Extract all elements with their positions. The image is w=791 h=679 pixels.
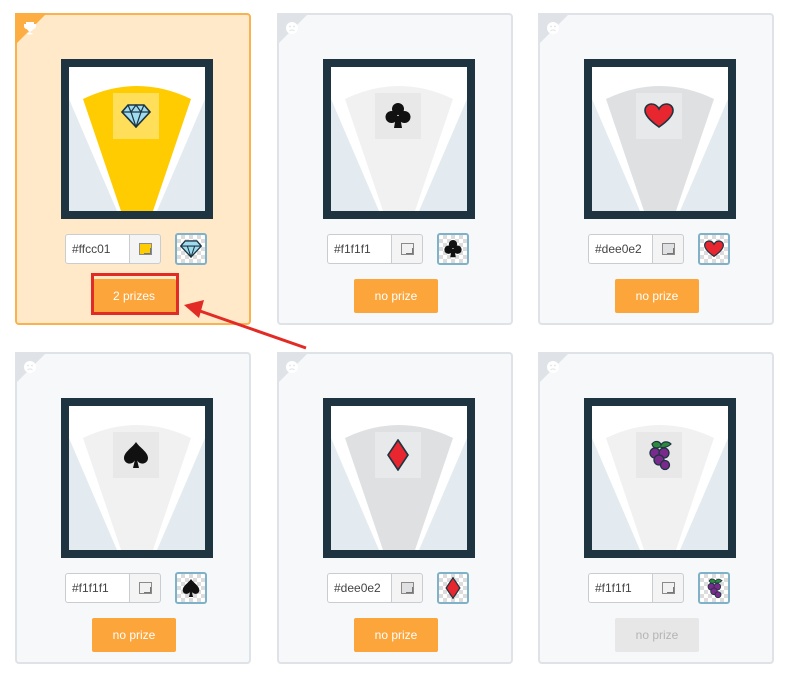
prize-button: no prize bbox=[615, 618, 699, 652]
club-icon bbox=[385, 103, 411, 128]
color-input[interactable] bbox=[65, 573, 129, 603]
color-swatch-icon bbox=[661, 243, 675, 255]
diamond-suit-icon bbox=[445, 577, 461, 599]
heart-icon bbox=[644, 103, 674, 128]
prize-card-spade: no prize bbox=[15, 352, 251, 664]
sad-face-icon bbox=[286, 361, 298, 373]
trophy-icon bbox=[24, 22, 36, 35]
symbol-picker-button[interactable] bbox=[698, 572, 730, 604]
slot-preview bbox=[584, 398, 736, 558]
sad-face-icon bbox=[547, 361, 559, 373]
prize-button[interactable]: no prize bbox=[92, 618, 176, 652]
sad-face-icon bbox=[286, 22, 298, 34]
color-swatch-icon bbox=[400, 243, 414, 255]
symbol-picker-button[interactable] bbox=[437, 572, 469, 604]
club-icon bbox=[444, 240, 462, 258]
color-controls bbox=[588, 572, 730, 604]
symbol-picker-button[interactable] bbox=[175, 233, 207, 265]
symbol-picker-button[interactable] bbox=[437, 233, 469, 265]
color-picker-button[interactable] bbox=[129, 573, 161, 603]
slot-preview bbox=[61, 59, 213, 219]
color-swatch-icon bbox=[138, 243, 152, 255]
color-swatch-icon bbox=[400, 582, 414, 594]
prize-card-diamond-suit: no prize bbox=[277, 352, 513, 664]
slot-preview bbox=[323, 59, 475, 219]
highlight-box bbox=[91, 273, 179, 315]
color-swatch-icon bbox=[661, 582, 675, 594]
slot-preview bbox=[323, 398, 475, 558]
symbol-picker-button[interactable] bbox=[698, 233, 730, 265]
color-picker-button[interactable] bbox=[129, 234, 161, 264]
sad-face-icon bbox=[24, 361, 36, 373]
slot-preview bbox=[61, 398, 213, 558]
prize-card-heart: no prize bbox=[538, 13, 774, 325]
slot-symbol bbox=[113, 432, 159, 478]
slot-symbol bbox=[375, 432, 421, 478]
color-picker-button[interactable] bbox=[391, 573, 423, 603]
color-picker-button[interactable] bbox=[652, 234, 684, 264]
diamond-icon bbox=[121, 104, 151, 128]
color-swatch-icon bbox=[138, 582, 152, 594]
color-controls bbox=[65, 572, 207, 604]
slot-symbol bbox=[375, 93, 421, 139]
diamond-icon bbox=[180, 240, 202, 258]
color-picker-button[interactable] bbox=[652, 573, 684, 603]
color-controls bbox=[327, 572, 469, 604]
spade-icon bbox=[182, 579, 200, 597]
color-controls bbox=[588, 233, 730, 265]
slot-symbol bbox=[113, 93, 159, 139]
spade-icon bbox=[124, 442, 148, 468]
color-input[interactable] bbox=[327, 573, 391, 603]
symbol-picker-button[interactable] bbox=[175, 572, 207, 604]
diamond-suit-icon bbox=[387, 439, 409, 471]
heart-icon bbox=[704, 240, 724, 258]
prize-card-club: no prize bbox=[277, 13, 513, 325]
prize-card-grapes: no prize bbox=[538, 352, 774, 664]
slot-symbol bbox=[636, 93, 682, 139]
slot-preview bbox=[584, 59, 736, 219]
color-input[interactable] bbox=[327, 234, 391, 264]
grapes-icon bbox=[707, 578, 723, 599]
slot-symbol bbox=[636, 432, 682, 478]
color-picker-button[interactable] bbox=[391, 234, 423, 264]
prize-button[interactable]: no prize bbox=[354, 618, 438, 652]
prize-button[interactable]: no prize bbox=[354, 279, 438, 313]
color-controls bbox=[327, 233, 469, 265]
sad-face-icon bbox=[547, 22, 559, 34]
color-input[interactable] bbox=[588, 234, 652, 264]
color-input[interactable] bbox=[65, 234, 129, 264]
grapes-icon bbox=[649, 440, 672, 471]
prize-button[interactable]: no prize bbox=[615, 279, 699, 313]
color-controls bbox=[65, 233, 207, 265]
color-input[interactable] bbox=[588, 573, 652, 603]
